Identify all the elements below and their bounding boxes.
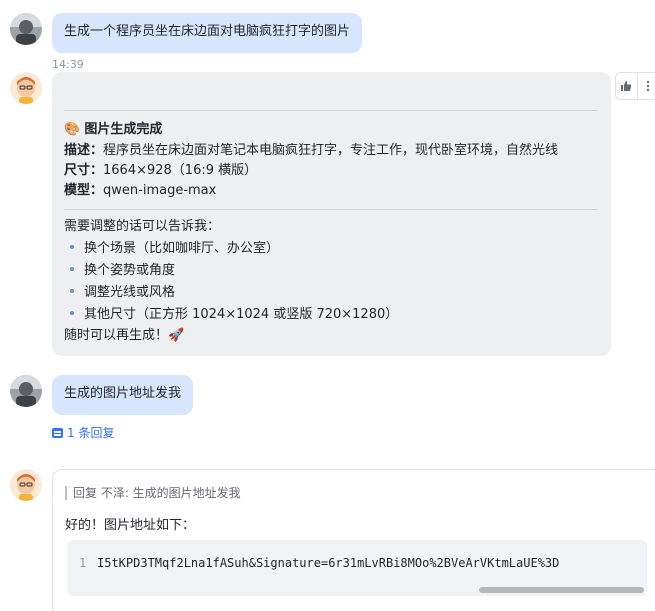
- description-label: 描述：: [64, 143, 104, 158]
- model-row: 模型：qwen-image-max: [64, 182, 216, 200]
- code-text[interactable]: I5tKPD3TMqf2Lna1fASuh&Signature=6r31mLvR…: [97, 556, 559, 570]
- divider: [64, 110, 597, 111]
- user-avatar[interactable]: [10, 375, 42, 407]
- size-value: 1664×928（16:9 横版）: [103, 163, 258, 178]
- more-icon[interactable]: [636, 73, 655, 99]
- model-value: qwen-image-max: [103, 183, 217, 198]
- reply-thread-icon: [52, 427, 63, 438]
- user-avatar[interactable]: [10, 13, 42, 45]
- code-line-number: 1: [79, 556, 87, 570]
- reply-count: 1 条回复: [67, 426, 115, 440]
- bot-message-card: 🎨 图片生成完成 描述：程序员坐在床边面对笔记本电脑疯狂打字，专注工作，现代卧室…: [52, 72, 611, 356]
- divider: [64, 209, 597, 210]
- list-item: 调整光线或风格: [70, 284, 175, 302]
- user-message-text: 生成的图片地址发我: [64, 386, 182, 401]
- adjust-intro: 需要调整的话可以告诉我：: [64, 219, 221, 234]
- thread-reply-link[interactable]: 1 条回复: [52, 424, 114, 441]
- horizontal-scrollbar[interactable]: [479, 587, 644, 593]
- bullet-icon: [70, 244, 74, 249]
- model-label: 模型：: [64, 183, 104, 198]
- reply-quote[interactable]: 回复 不泽: 生成的图片地址发我: [65, 486, 241, 500]
- user-message-bubble: 生成一个程序员坐在床边面对电脑疯狂打字的图片: [52, 13, 363, 53]
- palette-icon: 🎨: [64, 122, 81, 137]
- user-message-bubble: 生成的图片地址发我: [52, 375, 194, 415]
- list-item: 其他尺寸（正方形 1024×1024 或竖版 720×1280）: [70, 306, 398, 324]
- thumbs-up-icon[interactable]: [616, 73, 637, 99]
- description-value: 程序员坐在床边面对笔记本电脑疯狂打字，专注工作，现代卧室环境，自然光线: [103, 143, 559, 158]
- message-actions: [615, 72, 655, 100]
- message-timestamp: 14:39: [52, 58, 84, 71]
- bot-reply-card: 回复 不泽: 生成的图片地址发我 好的！图片地址如下： 1 I5tKPD3TMq…: [52, 469, 655, 611]
- bot-avatar[interactable]: [10, 72, 42, 104]
- description-row: 描述：程序员坐在床边面对笔记本电脑疯狂打字，专注工作，现代卧室环境，自然光线: [64, 142, 558, 160]
- size-label: 尺寸：: [64, 163, 104, 178]
- bot-avatar[interactable]: [10, 469, 42, 501]
- reply-text: 好的！图片地址如下：: [65, 518, 196, 533]
- list-item: 换个场景（比如咖啡厅、办公室）: [70, 240, 279, 258]
- result-title-text: 图片生成完成: [84, 122, 163, 137]
- list-item: 换个姿势或角度: [70, 262, 175, 280]
- user-message-text: 生成一个程序员坐在床边面对电脑疯狂打字的图片: [64, 24, 351, 39]
- result-title: 🎨 图片生成完成: [64, 121, 162, 139]
- size-row: 尺寸：1664×928（16:9 横版）: [64, 162, 257, 180]
- code-block[interactable]: 1 I5tKPD3TMqf2Lna1fASuh&Signature=6r31mL…: [67, 540, 647, 596]
- bullet-icon: [70, 310, 74, 315]
- bullet-icon: [70, 266, 74, 271]
- bullet-icon: [70, 288, 74, 293]
- closing-text: 随时可以再生成！🚀: [64, 328, 185, 343]
